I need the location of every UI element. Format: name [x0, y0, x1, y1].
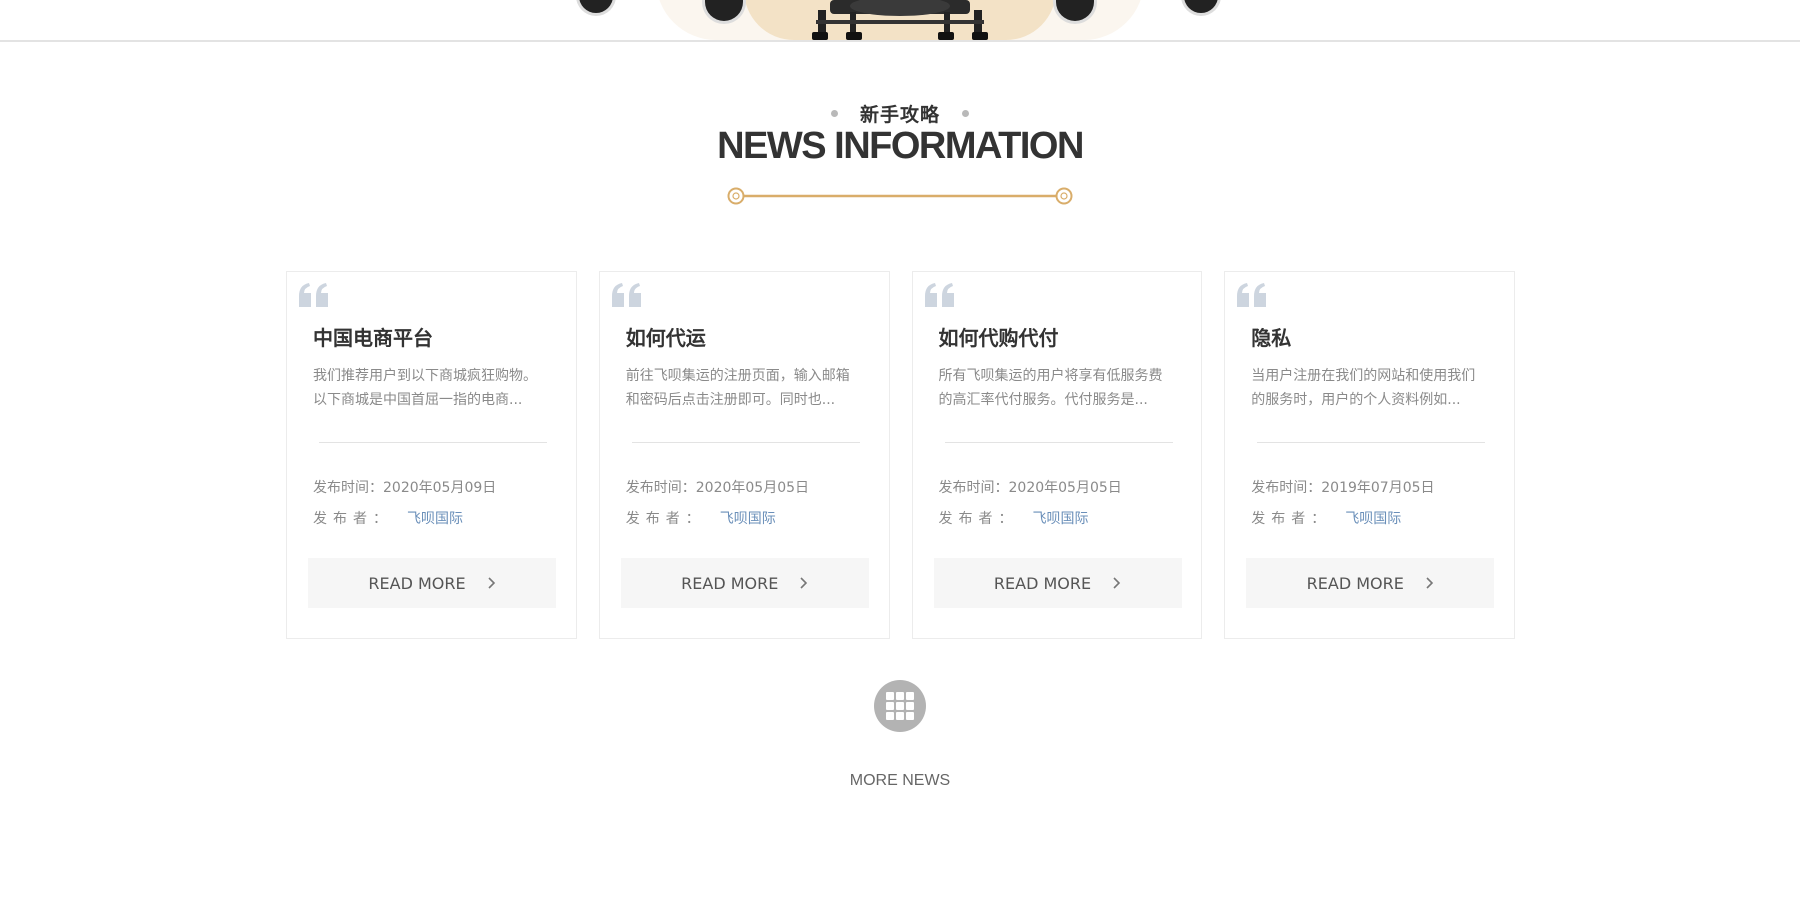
subtitle-dot-icon — [962, 109, 969, 117]
news-card-title[interactable]: 中国电商平台 — [313, 322, 433, 351]
read-more-button[interactable]: READ MORE — [1246, 558, 1495, 608]
card-divider — [1257, 442, 1486, 443]
author-link[interactable]: 飞呗国际 — [407, 511, 463, 527]
author-label: 发布者： — [313, 511, 393, 527]
read-more-label: READ MORE — [993, 573, 1092, 593]
publish-date: 发布时间：2020年05月05日 — [625, 480, 810, 496]
description-line: 所有飞呗集运的用户将享有低服务费 — [938, 368, 1163, 384]
card-divider — [319, 442, 547, 443]
read-more-label: READ MORE — [368, 573, 466, 593]
floating-circle-icon — [576, 0, 616, 16]
author-label: 发布者： — [938, 511, 1019, 527]
news-card-list: 中国电商平台 我们推荐用户到以下商城疯狂购物。 以下商城是中国首屈一指的电商..… — [286, 271, 1515, 639]
author-row: 发布者： 飞呗国际 — [313, 508, 463, 528]
publish-date: 发布时间：2019年07月05日 — [1251, 480, 1435, 496]
robot-illustration-icon — [812, 0, 988, 40]
news-card-description: 我们推荐用户到以下商城疯狂购物。 以下商城是中国首屈一指的电商... — [313, 364, 561, 412]
floating-circle-icon — [1181, 0, 1221, 16]
news-card: 如何代购代付 所有飞呗集运的用户将享有低服务费 的高汇率代付服务。代付服务是..… — [911, 271, 1203, 639]
quote-icon — [299, 283, 328, 307]
publish-date: 发布时间：2020年05月09日 — [313, 480, 497, 496]
chevron-right-icon — [1113, 577, 1121, 589]
author-row: 发布者： 飞呗国际 — [626, 508, 776, 528]
description-line: 的高汇率代付服务。代付服务是... — [938, 392, 1148, 408]
chevron-right-icon — [488, 577, 495, 589]
subtitle-dot-icon — [830, 109, 838, 117]
read-more-button[interactable]: READ MORE — [933, 558, 1182, 608]
quote-icon — [611, 283, 641, 307]
author-link[interactable]: 飞呗国际 — [1033, 511, 1089, 527]
grid-glyph-icon — [886, 692, 914, 720]
hero-strip — [0, 0, 1800, 42]
title-divider-icon — [727, 187, 1073, 205]
news-card: 如何代运 前往飞呗集运的注册页面，输入邮箱 和密码后点击注册即可。同时也... … — [598, 271, 890, 639]
news-card: 中国电商平台 我们推荐用户到以下商城疯狂购物。 以下商城是中国首屈一指的电商..… — [286, 271, 577, 639]
card-divider — [631, 442, 860, 443]
news-card: 隐私 当用户注册在我们的网站和使用我们 的服务时，用户的个人资料例如... 发布… — [1224, 271, 1515, 639]
section-subtitle: 新手攻略 — [859, 103, 940, 126]
publish-date: 发布时间：2020年05月05日 — [938, 480, 1122, 496]
description-line: 当用户注册在我们的网站和使用我们 — [1251, 368, 1476, 384]
description-line: 和密码后点击注册即可。同时也... — [625, 392, 836, 408]
more-news-link[interactable]: MORE NEWS — [0, 680, 1800, 790]
description-line: 我们推荐用户到以下商城疯狂购物。 — [313, 368, 537, 384]
description-line: 以下商城是中国首屈一指的电商... — [313, 392, 523, 408]
news-card-title[interactable]: 隐私 — [1251, 322, 1291, 351]
read-more-button[interactable]: READ MORE — [308, 558, 556, 608]
news-card-description: 所有飞呗集运的用户将享有低服务费 的高汇率代付服务。代付服务是... — [939, 364, 1187, 412]
read-more-button[interactable]: READ MORE — [620, 558, 869, 608]
read-more-label: READ MORE — [1306, 573, 1404, 593]
author-label: 发布者： — [625, 511, 706, 527]
chevron-right-icon — [800, 577, 808, 589]
description-line: 的服务时，用户的个人资料例如... — [1251, 392, 1461, 408]
news-card-title[interactable]: 如何代购代付 — [939, 322, 1059, 351]
section-title: NEWS INFORMATION — [717, 125, 1084, 167]
card-divider — [944, 442, 1173, 443]
read-more-label: READ MORE — [681, 573, 779, 593]
chevron-right-icon — [1426, 577, 1433, 589]
section-subtitle-row: 新手攻略 — [0, 98, 1800, 128]
description-line: 前往飞呗集运的注册页面，输入邮箱 — [625, 368, 850, 384]
more-news-label[interactable]: MORE NEWS — [0, 772, 1800, 790]
author-link[interactable]: 飞呗国际 — [1345, 511, 1401, 527]
grid-icon[interactable] — [874, 680, 926, 732]
author-link[interactable]: 飞呗国际 — [720, 511, 776, 527]
news-card-title[interactable]: 如何代运 — [626, 322, 706, 351]
news-card-description: 当用户注册在我们的网站和使用我们 的服务时，用户的个人资料例如... — [1251, 364, 1499, 412]
author-label: 发布者： — [1251, 511, 1332, 527]
author-row: 发布者： 飞呗国际 — [939, 508, 1089, 528]
news-card-description: 前往飞呗集运的注册页面，输入邮箱 和密码后点击注册即可。同时也... — [626, 364, 874, 412]
quote-icon — [924, 283, 954, 307]
author-row: 发布者： 飞呗国际 — [1251, 508, 1401, 528]
quote-icon — [1237, 283, 1267, 307]
